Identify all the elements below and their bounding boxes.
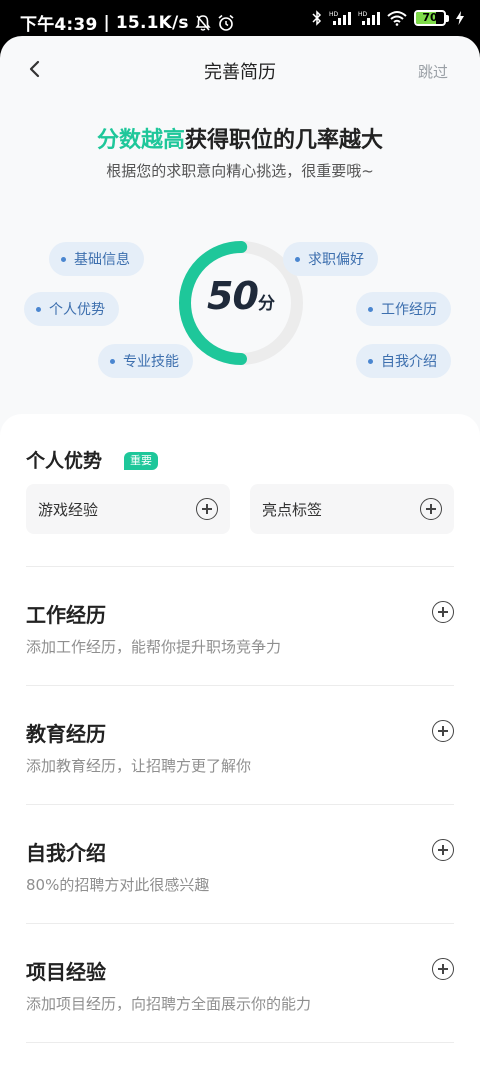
headline-rest: 获得职位的几率越大: [185, 128, 384, 153]
tag-job-preference[interactable]: 求职偏好: [283, 242, 378, 276]
resume-screen: 完善简历 跳过 分数越高获得职位的几率越大 根据您的求职意向精心挑选，很重要哦~…: [0, 36, 480, 1067]
tag-label: 基础信息: [74, 252, 130, 268]
status-time: 下午4:39: [20, 15, 98, 35]
resume-card: 个人优势 重要 游戏经验 亮点标签 工作经历 添加工作经历，能帮你提升职场竞争力…: [0, 414, 480, 1067]
headline-subtitle: 根据您的求职意向精心挑选，很重要哦~: [106, 162, 374, 180]
section-desc: 添加项目经历，向招聘方全面展示你的能力: [26, 995, 312, 1013]
skip-button[interactable]: 跳过: [418, 61, 448, 82]
status-right: HD HD 70: [312, 10, 464, 26]
tag-self-intro[interactable]: 自我介绍: [356, 344, 451, 378]
headline: 分数越高获得职位的几率越大: [0, 122, 480, 154]
section-self-intro[interactable]: 自我介绍 80%的招聘方对此很感兴趣: [26, 804, 454, 923]
section-projects[interactable]: 项目经验 添加项目经历，向招聘方全面展示你的能力: [26, 923, 454, 1042]
tag-label: 专业技能: [123, 354, 179, 370]
add-circle-icon[interactable]: [432, 839, 454, 861]
section-title: 自我介绍: [26, 841, 106, 865]
charging-icon: [456, 11, 464, 25]
important-badge: 重要: [124, 452, 158, 470]
tag-label: 自我介绍: [381, 354, 437, 370]
score-area: 50分 基础信息 求职偏好 个人优势 工作经历 专业技能 自我介绍: [0, 232, 480, 392]
headline-highlight: 分数越高: [96, 128, 185, 153]
nav-bar: 完善简历 跳过: [0, 36, 480, 104]
advantage-title: 个人优势: [26, 450, 103, 472]
add-circle-icon[interactable]: [432, 958, 454, 980]
advantage-item-label: 游戏经验: [38, 501, 99, 519]
section-divider: [26, 1042, 454, 1043]
dot-icon: [368, 358, 373, 364]
dot-icon: [61, 256, 66, 262]
dot-icon: [368, 306, 373, 312]
page-title: 完善简历: [204, 62, 276, 83]
status-left: 下午4:39 | 15.1K/s: [20, 10, 235, 35]
signal-hd-icon-2: HD: [358, 11, 380, 25]
section-title: 教育经历: [26, 722, 106, 746]
tag-personal-advantage[interactable]: 个人优势: [24, 292, 119, 326]
dot-icon: [36, 306, 41, 312]
status-separator: |: [103, 12, 110, 33]
dot-icon: [295, 256, 300, 262]
mute-bell-icon: [195, 14, 211, 31]
add-circle-icon[interactable]: [420, 498, 442, 520]
section-desc: 添加教育经历，让招聘方更了解你: [26, 757, 252, 775]
tag-label: 工作经历: [381, 302, 437, 318]
tag-work-experience[interactable]: 工作经历: [356, 292, 451, 326]
advantage-item-game-experience[interactable]: 游戏经验: [26, 484, 230, 534]
battery-percent: 70: [422, 11, 438, 24]
battery-indicator: 70: [414, 10, 449, 26]
signal-hd-icon: HD: [329, 11, 351, 25]
add-circle-icon[interactable]: [432, 601, 454, 623]
section-work-experience[interactable]: 工作经历 添加工作经历，能帮你提升职场竞争力: [26, 566, 454, 685]
section-title: 项目经验: [26, 960, 106, 984]
bluetooth-icon: [312, 10, 322, 26]
section-desc: 80%的招聘方对此很感兴趣: [26, 876, 210, 894]
score-value: 50: [207, 274, 259, 318]
wifi-icon: [387, 11, 407, 26]
status-bar: 下午4:39 | 15.1K/s HD HD 70: [0, 0, 480, 40]
section-title: 工作经历: [26, 603, 106, 627]
alarm-clock-icon: [218, 14, 234, 31]
score-unit: 分: [257, 294, 275, 314]
dot-icon: [110, 358, 115, 364]
score-display: 50分: [176, 274, 306, 318]
tag-professional-skills[interactable]: 专业技能: [98, 344, 193, 378]
advantage-item-highlight-tags[interactable]: 亮点标签: [250, 484, 454, 534]
section-education[interactable]: 教育经历 添加教育经历，让招聘方更了解你: [26, 685, 454, 804]
add-circle-icon[interactable]: [432, 720, 454, 742]
add-circle-icon[interactable]: [196, 498, 218, 520]
advantage-item-label: 亮点标签: [262, 501, 323, 519]
status-net-speed: 15.1K/s: [115, 12, 189, 33]
svg-text:HD: HD: [329, 11, 339, 18]
section-desc: 添加工作经历，能帮你提升职场竞争力: [26, 638, 282, 656]
svg-text:HD: HD: [358, 11, 368, 18]
tag-basic-info[interactable]: 基础信息: [49, 242, 144, 276]
tag-label: 求职偏好: [308, 252, 364, 268]
tag-label: 个人优势: [49, 302, 105, 318]
